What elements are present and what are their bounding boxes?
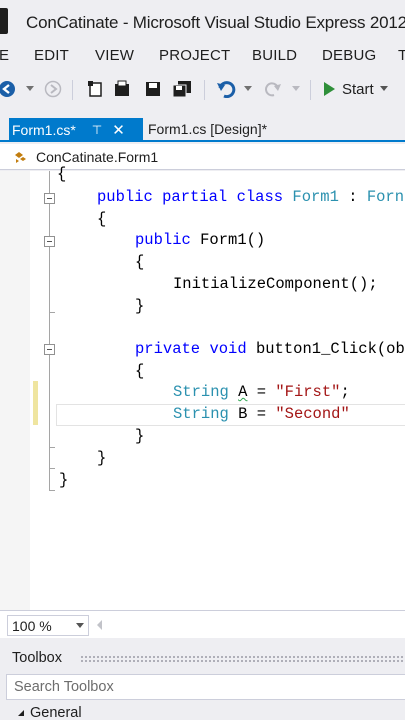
code-line: }: [135, 427, 145, 445]
back-dropdown-icon[interactable]: [24, 78, 36, 100]
tab-label: Form1.cs*: [12, 122, 76, 138]
menu-file[interactable]: E: [0, 47, 9, 64]
toolbox-header[interactable]: Toolbox: [0, 646, 405, 670]
code-line: String B = "Second": [173, 405, 350, 423]
code-line: public partial class Form1 : Forn: [97, 188, 405, 206]
title-bar: ConCatinate - Microsoft Visual Studio Ex…: [0, 0, 405, 44]
code-line: {: [135, 253, 145, 271]
code-line: {: [135, 362, 145, 380]
class-selector[interactable]: ConCatinate.Form1: [36, 149, 158, 165]
redo-icon[interactable]: [262, 78, 284, 100]
collapse-constructor-icon[interactable]: [44, 236, 55, 247]
save-icon[interactable]: [142, 78, 164, 100]
standard-toolbar: Start: [0, 72, 405, 106]
toolbox-title: Toolbox: [12, 650, 62, 666]
window-title: ConCatinate - Microsoft Visual Studio Ex…: [26, 13, 405, 32]
undo-dropdown-icon[interactable]: [242, 78, 254, 100]
code-line: InitializeComponent();: [173, 275, 378, 293]
menu-bar: E EDIT VIEW PROJECT BUILD DEBUG T: [0, 44, 405, 70]
code-line: }: [59, 471, 69, 489]
menu-view[interactable]: VIEW: [95, 47, 134, 64]
outline-end: [49, 490, 55, 491]
expand-icon: [18, 710, 24, 716]
zoom-level-combo[interactable]: 100 %: [7, 615, 89, 636]
menu-project[interactable]: PROJECT: [159, 47, 230, 64]
toolbox-search[interactable]: [6, 674, 405, 700]
code-line: public Form1(): [135, 231, 266, 249]
search-toolbox-input[interactable]: [7, 675, 405, 699]
chevron-down-icon[interactable]: [76, 623, 84, 628]
toolbox-panel: Toolbox General: [0, 640, 405, 720]
undo-icon[interactable]: [214, 78, 238, 100]
toolbar-separator: [72, 80, 73, 100]
tab-form1-cs[interactable]: Form1.cs* ⊤ ✕: [9, 118, 143, 142]
start-debugging-button[interactable]: Start: [322, 78, 388, 100]
outline-guide: [49, 171, 50, 491]
toolbar-separator: [204, 80, 205, 100]
pin-icon[interactable]: ⊤: [92, 123, 102, 137]
code-editor[interactable]: { public partial class Form1 : Forn { pu…: [0, 165, 405, 610]
zoom-level-value: 100 %: [12, 617, 52, 634]
new-project-icon[interactable]: [84, 78, 106, 100]
tab-form1-design[interactable]: Form1.cs [Design]*: [148, 121, 267, 137]
menu-build[interactable]: BUILD: [252, 47, 297, 64]
code-line: private void button1_Click(ob: [135, 340, 405, 358]
menu-tools[interactable]: T: [398, 47, 405, 64]
redo-dropdown-icon[interactable]: [290, 78, 302, 100]
document-tab-strip: Form1.cs* ⊤ ✕ Form1.cs [Design]*: [0, 116, 405, 142]
collapse-class-icon[interactable]: [44, 193, 55, 204]
outline-end: [49, 468, 55, 469]
outline-end: [49, 447, 55, 448]
toolbox-group-general[interactable]: General: [18, 705, 82, 720]
menu-edit[interactable]: EDIT: [34, 47, 69, 64]
visual-studio-logo-icon: [0, 8, 8, 34]
outline-end: [49, 312, 55, 313]
editor-bottom-bar: 100 %: [0, 610, 405, 638]
code-line: {: [57, 165, 67, 183]
navigate-forward-icon[interactable]: [42, 78, 64, 100]
code-line: {: [97, 210, 107, 228]
close-icon[interactable]: ✕: [112, 121, 125, 139]
panel-grip[interactable]: [80, 655, 405, 662]
scroll-left-icon[interactable]: [97, 620, 102, 630]
toolbar-separator: [310, 80, 311, 100]
code-line: String A = "First";: [173, 383, 350, 401]
save-all-icon[interactable]: [170, 78, 194, 100]
play-icon: [324, 82, 335, 96]
code-line: }: [135, 297, 145, 315]
start-dropdown-icon[interactable]: [379, 86, 388, 92]
editor-gutter: [0, 171, 30, 610]
class-icon: [15, 152, 26, 163]
menu-debug[interactable]: DEBUG: [322, 47, 376, 64]
open-file-icon[interactable]: [112, 78, 134, 100]
navigate-back-icon[interactable]: [0, 78, 18, 100]
unsaved-change-marker: [33, 381, 38, 425]
code-line: }: [97, 449, 107, 467]
group-label: General: [30, 705, 82, 720]
start-label: Start: [342, 80, 374, 98]
collapse-method-icon[interactable]: [44, 344, 55, 355]
